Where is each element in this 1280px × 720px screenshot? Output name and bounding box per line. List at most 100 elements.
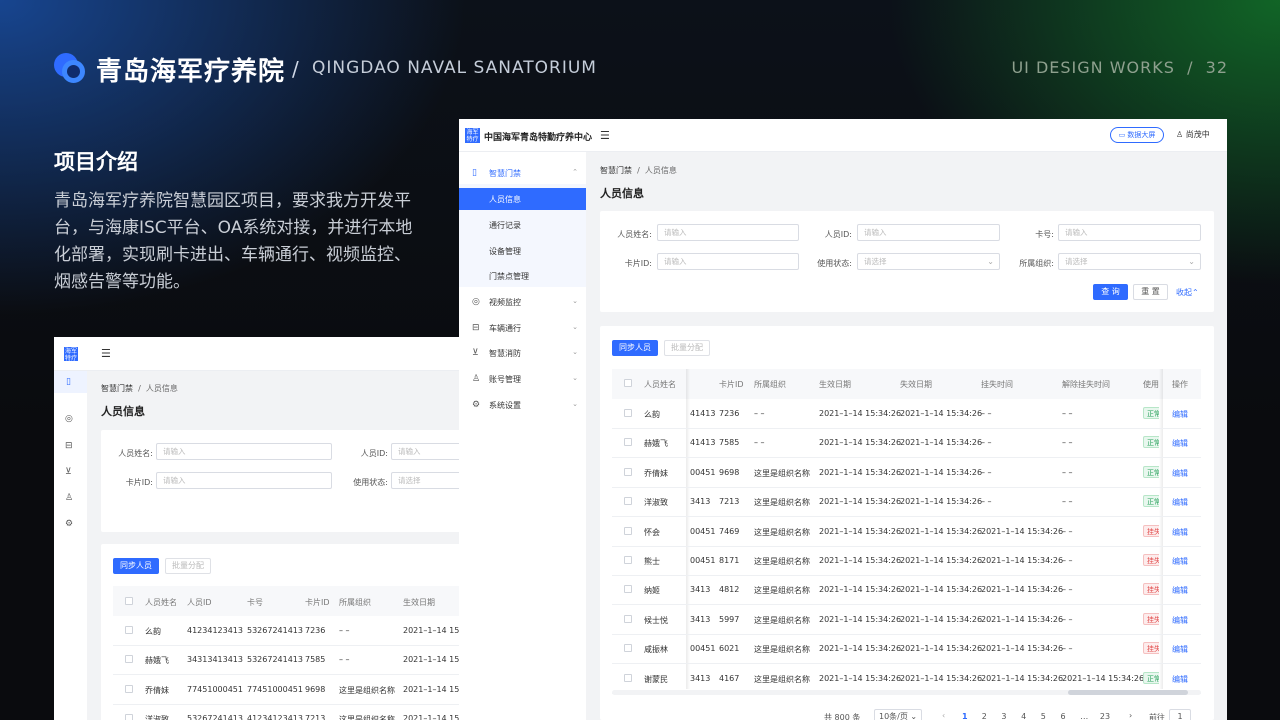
edit-link[interactable]: 编辑 xyxy=(1172,644,1188,655)
start-date: 2021–1–14 15:34:26 xyxy=(819,526,902,536)
user-menu[interactable]: ♙ 尚茂中 xyxy=(1176,129,1210,140)
fire-icon[interactable]: ⊻ xyxy=(65,467,72,477)
row-checkbox[interactable] xyxy=(624,438,632,447)
id-input[interactable]: 请输入 xyxy=(857,224,1000,241)
cardid-input[interactable]: 请输入 xyxy=(657,253,799,270)
page-3[interactable]: 3 xyxy=(1001,712,1006,720)
next-page[interactable]: › xyxy=(1129,711,1132,720)
page-ellipsis: … xyxy=(1080,712,1089,720)
menu-toggle-icon[interactable]: ☰ xyxy=(600,129,610,142)
status-cell: 挂失 xyxy=(1143,524,1159,539)
start-date: 2021–1–14 15:34:26 xyxy=(819,438,902,448)
batch-assign-button[interactable]: 批量分配 xyxy=(664,340,710,356)
unloss-time: – – xyxy=(1062,526,1073,536)
start-date: 2021–1–14 15:34:26 xyxy=(819,644,902,654)
name-input[interactable]: 请输入 xyxy=(156,443,332,460)
car-icon[interactable]: ⊟ xyxy=(65,441,73,451)
status-badge: 挂失 xyxy=(1143,612,1159,625)
row-checkbox[interactable] xyxy=(624,467,632,476)
page-4[interactable]: 4 xyxy=(1021,712,1026,720)
edit-link[interactable]: 编辑 xyxy=(1172,674,1188,685)
edit-link[interactable]: 编辑 xyxy=(1172,527,1188,538)
chevron-down-icon: ⌄ xyxy=(572,297,578,305)
page-5[interactable]: 5 xyxy=(1041,712,1046,720)
prev-page[interactable]: ‹ xyxy=(942,711,945,720)
row-checkbox[interactable] xyxy=(624,644,632,653)
edit-link[interactable]: 编辑 xyxy=(1172,585,1188,596)
sidebar-item-settings[interactable]: ⚙ 系统设置 ⌄ xyxy=(459,394,586,416)
org-name: 这里是组织名称 xyxy=(754,557,810,566)
status-select[interactable]: 请选择 ⌄ xyxy=(857,253,1000,270)
unloss-time: – – xyxy=(1062,409,1073,418)
big-screen-button[interactable]: ▭ 数据大屏 xyxy=(1110,127,1164,143)
sync-button[interactable]: 同步人员 xyxy=(612,340,658,356)
edit-link[interactable]: 编辑 xyxy=(1172,438,1188,449)
org-name: – – xyxy=(754,409,765,418)
row-checkbox[interactable] xyxy=(624,409,632,417)
page-6[interactable]: 6 xyxy=(1061,712,1066,720)
status-badge: 正常 xyxy=(1143,436,1159,449)
batch-assign-button[interactable]: 批量分配 xyxy=(165,558,211,574)
sidebar-item-devices[interactable]: 设备管理 xyxy=(459,240,586,262)
person-name: 纳姬 xyxy=(644,586,660,596)
sidebar-item-pass-records[interactable]: 通行记录 xyxy=(459,214,586,236)
page-size-select[interactable]: 10条/页 ⌄ xyxy=(874,709,922,720)
sidebar-item-video[interactable]: ◎ 视频监控 ⌄ xyxy=(459,291,586,313)
page-1[interactable]: 1 xyxy=(962,712,968,720)
row-checkbox[interactable] xyxy=(125,626,133,634)
edit-link[interactable]: 编辑 xyxy=(1172,468,1188,479)
select-all-checkbox[interactable] xyxy=(624,379,632,387)
status-badge: 正常 xyxy=(1143,495,1159,508)
cardid-input[interactable]: 请输入 xyxy=(156,472,332,489)
row-checkbox[interactable] xyxy=(125,684,133,693)
edit-link[interactable]: 编辑 xyxy=(1172,556,1188,567)
sidebar-item-accounts[interactable]: ♙ 账号管理 ⌄ xyxy=(459,368,586,390)
row-checkbox[interactable] xyxy=(624,585,632,594)
goto-input[interactable]: 1 xyxy=(1169,709,1191,720)
row-checkbox[interactable] xyxy=(624,673,632,682)
row-divider xyxy=(612,516,1201,518)
card-id: 7585 xyxy=(719,438,740,448)
filter-card: 人员姓名: 请输入 人员ID: 请输入 卡片ID: 请输入 使用状态: 请选择 xyxy=(101,430,474,532)
end-date: 2021–1–14 15:34:26 xyxy=(900,644,983,654)
page-2[interactable]: 2 xyxy=(982,712,987,720)
front-brand-mark: 海军特疗 xyxy=(465,128,480,143)
row-checkbox[interactable] xyxy=(624,556,632,564)
menu-toggle-icon[interactable]: ☰ xyxy=(101,347,111,360)
horizontal-scrollbar[interactable] xyxy=(612,690,1201,695)
col-unloss-time: 解除挂失时间 xyxy=(1062,380,1110,389)
sync-button[interactable]: 同步人员 xyxy=(113,558,159,574)
collapse-link[interactable]: 收起⌃ xyxy=(1176,287,1199,298)
sidebar-item-fire[interactable]: ⊻ 智慧消防 ⌄ xyxy=(459,342,586,364)
user-icon[interactable]: ♙ xyxy=(65,493,73,503)
sidebar-item-vehicles[interactable]: ⊟ 车辆通行 ⌄ xyxy=(459,317,586,339)
reset-button[interactable]: 重 置 xyxy=(1133,284,1168,300)
select-all-checkbox[interactable] xyxy=(125,597,133,605)
scrollbar-thumb[interactable] xyxy=(1068,690,1188,695)
col-end: 失效日期 xyxy=(900,380,932,389)
page-23[interactable]: 23 xyxy=(1100,712,1110,720)
query-button[interactable]: 查 询 xyxy=(1093,284,1128,300)
row-checkbox[interactable] xyxy=(624,614,632,623)
camera-icon[interactable]: ◎ xyxy=(65,414,73,424)
name-input[interactable]: 请输入 xyxy=(657,224,799,241)
edit-link[interactable]: 编辑 xyxy=(1172,615,1188,626)
edit-link[interactable]: 编辑 xyxy=(1172,497,1188,508)
front-topbar: 海军特疗 中国海军青岛特勤疗养中心 ☰ ▭ 数据大屏 ♙ 尚茂中 xyxy=(459,119,1227,152)
status-badge: 挂失 xyxy=(1143,642,1159,655)
col-name: 人员姓名 xyxy=(145,598,177,607)
sidebar-item-access[interactable]: ▯ 智慧门禁 ⌃ xyxy=(459,162,586,184)
row-checkbox[interactable] xyxy=(125,714,133,720)
row-divider xyxy=(612,633,1201,635)
brand-logo-icon xyxy=(54,53,86,83)
sidebar-item-person-info[interactable]: 人员信息 xyxy=(459,188,586,210)
gear-icon[interactable]: ⚙ xyxy=(65,519,73,529)
row-checkbox[interactable] xyxy=(624,497,632,506)
row-checkbox[interactable] xyxy=(624,526,632,535)
row-checkbox[interactable] xyxy=(125,655,133,664)
edit-link[interactable]: 编辑 xyxy=(1172,409,1188,420)
sidebar-item-access-points[interactable]: 门禁点管理 xyxy=(459,265,586,287)
card-input[interactable]: 请输入 xyxy=(1058,224,1201,241)
door-icon[interactable]: ▯ xyxy=(66,377,71,387)
org-select[interactable]: 请选择 ⌄ xyxy=(1058,253,1201,270)
